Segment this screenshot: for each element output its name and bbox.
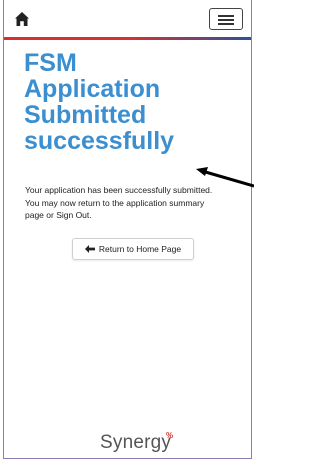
synergy-logo: Synergy: [100, 432, 171, 454]
app-frame: FSM Application Submitted successfully Y…: [3, 0, 252, 459]
return-home-label: Return to Home Page: [98, 244, 182, 254]
home-icon[interactable]: [14, 11, 30, 27]
arrow-left-icon: [84, 245, 95, 253]
header-accent-line: [4, 37, 251, 40]
synergy-logo-text: Synergy: [100, 432, 172, 453]
synergy-logo-mark: %: [166, 431, 174, 440]
menu-line-top: [218, 15, 234, 17]
menu-button[interactable]: [209, 8, 243, 30]
page-title: FSM Application Submitted successfully: [24, 49, 175, 155]
top-bar: [4, 0, 251, 40]
menu-line-middle: [218, 19, 234, 21]
return-home-button[interactable]: Return to Home Page: [72, 238, 194, 260]
menu-line-bottom: [218, 23, 234, 25]
annotation-arrow-icon: [196, 167, 254, 188]
success-message: Your application has been successfully s…: [25, 185, 213, 220]
